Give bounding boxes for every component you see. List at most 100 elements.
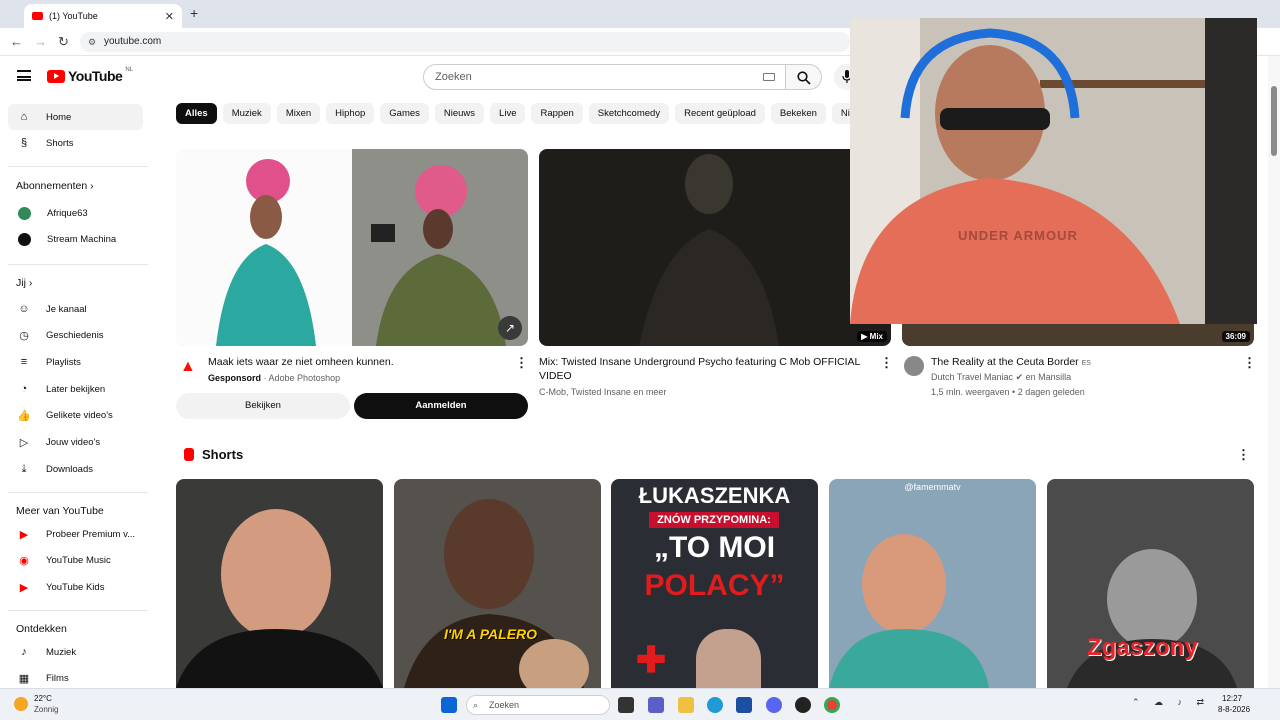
youtube-logo[interactable]: YouTube NL: [47, 67, 133, 84]
playlists-icon: ≡: [20, 356, 28, 368]
short-thumbnail-image: [696, 629, 761, 688]
advertiser-name[interactable]: Adobe Photoshop: [269, 373, 341, 383]
task-view-icon[interactable]: [618, 697, 634, 713]
sidebar-item-label: Je kanaal: [46, 303, 87, 315]
clock-time[interactable]: 12:27: [1222, 694, 1242, 703]
watch-button[interactable]: Bekijken: [176, 393, 350, 419]
ceuta-title[interactable]: The Reality at the Ceuta Border ES: [931, 355, 1231, 371]
sidebar-item-downloads[interactable]: ⤓ Downloads: [8, 456, 143, 482]
more-options-icon[interactable]: ⋮: [880, 355, 893, 371]
sidebar-item-premium[interactable]: ▶ Probeer Premium v...: [8, 521, 143, 547]
sidebar-item-label: Jouw video's: [46, 436, 101, 448]
youtube-play-icon: [47, 69, 65, 83]
tab-close-icon[interactable]: ✕: [165, 10, 174, 23]
chip-hiphop[interactable]: Hiphop: [326, 103, 375, 124]
reload-icon[interactable]: ↻: [58, 34, 69, 50]
back-icon[interactable]: ←: [10, 34, 23, 49]
clock-date[interactable]: 8-8-2026: [1218, 705, 1250, 714]
sidebar: ⌂ Home § Shorts Abonnementen › Afrique63…: [0, 100, 160, 690]
browser-tab[interactable]: (1) YouTube ✕: [24, 4, 182, 28]
new-tab-button[interactable]: +: [190, 5, 198, 21]
sidebar-item-music[interactable]: ♪ Muziek: [8, 639, 143, 665]
weather-icon[interactable]: [14, 697, 28, 711]
sidebar-item-youtube-kids[interactable]: ▶ YouTube Kids: [8, 574, 143, 600]
sidebar-item-shorts[interactable]: § Shorts: [8, 130, 143, 156]
sidebar-item-label: Stream Machina: [47, 233, 117, 245]
search-icon: ⌕: [473, 700, 479, 710]
search-button[interactable]: [786, 64, 822, 90]
chip-sketch-comedy[interactable]: Sketchcomedy: [588, 103, 670, 124]
mix-channel[interactable]: C-Mob, Twisted Insane en meer: [539, 387, 666, 397]
collab-name[interactable]: en Mansilla: [1026, 372, 1072, 382]
divider: [8, 492, 148, 493]
edge-icon[interactable]: [707, 697, 723, 713]
shorts-logo-icon: [184, 448, 194, 461]
sidebar-item-playlists[interactable]: ≡ Playlists: [8, 349, 143, 375]
discord-icon[interactable]: [766, 697, 782, 713]
external-link-icon[interactable]: ↗: [498, 316, 522, 340]
ceuta-views: 1,5 mln. weergaven • 2 dagen geleden: [931, 387, 1085, 397]
chip-games[interactable]: Games: [380, 103, 429, 124]
chrome-icon[interactable]: [824, 697, 840, 713]
store-icon[interactable]: [736, 697, 752, 713]
chip-recently-uploaded[interactable]: Recent geüpload: [675, 103, 765, 124]
windows-start-icon[interactable]: [441, 697, 457, 713]
chip-news[interactable]: Nieuws: [434, 103, 485, 124]
channel-name[interactable]: Dutch Travel Maniac: [931, 372, 1013, 382]
app-icon[interactable]: [795, 697, 811, 713]
keyboard-icon[interactable]: [763, 73, 775, 81]
thumbnail-text-strip: [902, 324, 1254, 346]
more-options-icon[interactable]: ⋮: [1243, 355, 1256, 371]
sidebar-item-home[interactable]: ⌂ Home: [8, 104, 143, 130]
teams-icon[interactable]: [648, 697, 664, 713]
music-icon: ◉: [19, 554, 29, 567]
sidebar-item-youtube-music[interactable]: ◉ YouTube Music: [8, 547, 143, 573]
you-header[interactable]: Jij ›: [16, 277, 32, 289]
more-options-icon[interactable]: ⋮: [1237, 447, 1250, 463]
scrollbar[interactable]: [1268, 56, 1280, 688]
chip-all[interactable]: Alles: [176, 103, 217, 124]
subscriptions-header[interactable]: Abonnementen ›: [16, 180, 94, 192]
kids-icon: ▶: [19, 581, 29, 594]
short-card[interactable]: @famemmatv: [829, 479, 1036, 688]
chip-watched[interactable]: Bekeken: [770, 103, 826, 124]
search-input[interactable]: Zoeken: [423, 64, 786, 90]
sidebar-item-label: Home: [46, 111, 72, 123]
ad-title[interactable]: Maak iets waar ze niet omheen kunnen.: [208, 355, 508, 369]
sign-up-button[interactable]: Aanmelden: [354, 393, 528, 419]
sidebar-item-liked-videos[interactable]: 👍 Gelikete video's: [8, 402, 143, 428]
short-thumbnail-image: [176, 509, 383, 688]
scrollbar-thumb[interactable]: [1271, 86, 1277, 156]
mix-thumbnail[interactable]: ▶ Mix: [539, 149, 891, 346]
sidebar-item-watch-later[interactable]: ◔ Later bekijken: [8, 376, 143, 402]
sidebar-item-your-channel[interactable]: ☺ Je kanaal: [8, 296, 143, 322]
site-info-icon[interactable]: ⚙: [88, 32, 96, 52]
taskbar-search[interactable]: ⌕ Zoeken: [466, 695, 610, 715]
chip-live[interactable]: Live: [490, 103, 526, 124]
file-explorer-icon[interactable]: [678, 697, 694, 713]
sidebar-item-your-videos[interactable]: ▷ Jouw video's: [8, 429, 143, 455]
mix-title[interactable]: Mix: Twisted Insane Underground Psycho f…: [539, 355, 869, 383]
sidebar-item-stream-machina[interactable]: Stream Machina: [8, 226, 143, 252]
short-card[interactable]: I'M A PALERO: [394, 479, 601, 688]
short-card[interactable]: ŁUKASZENKA ZNÓW PRZYPOMINA: „TO MOI POLA…: [611, 479, 818, 688]
short-card[interactable]: Zgaszony: [1047, 479, 1254, 688]
tray-icons[interactable]: ⌃ ☁ ♪ ⇄: [1132, 697, 1210, 708]
menu-icon[interactable]: [17, 70, 31, 81]
sidebar-item-afrique63[interactable]: Afrique63: [8, 200, 143, 226]
more-options-icon[interactable]: ⋮: [515, 355, 528, 371]
sidebar-item-history[interactable]: ◷ Geschiedenis: [8, 322, 143, 348]
url-field[interactable]: ⚙ youtube.com: [80, 32, 850, 52]
chip-rap[interactable]: Rappen: [531, 103, 583, 124]
sidebar-item-label: Geschiedenis: [46, 329, 104, 341]
watch-later-icon: ◔: [20, 383, 28, 395]
chip-mixes[interactable]: Mixen: [276, 103, 321, 124]
forward-icon[interactable]: →: [34, 34, 47, 49]
youtube-header: YouTube NL Zoeken: [0, 56, 860, 100]
sidebar-item-label: Shorts: [46, 137, 74, 149]
avatar[interactable]: [904, 356, 924, 376]
chip-music[interactable]: Muziek: [222, 103, 271, 124]
chip-new[interactable]: Nieu: [831, 103, 850, 124]
ad-thumbnail[interactable]: ↗: [176, 149, 528, 346]
short-card[interactable]: [176, 479, 383, 688]
